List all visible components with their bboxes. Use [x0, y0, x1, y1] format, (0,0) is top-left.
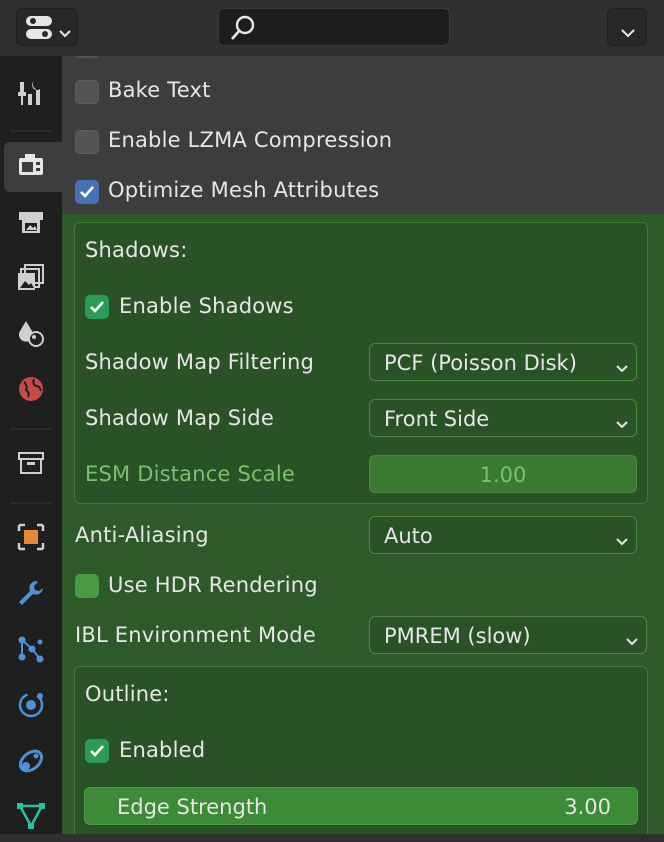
- particles-icon: [16, 634, 46, 668]
- tab-collection[interactable]: [4, 440, 58, 490]
- collection-icon: [16, 448, 46, 482]
- render-icon: [16, 150, 46, 184]
- shadow-map-filtering-dropdown[interactable]: PCF (Poisson Disk): [369, 343, 637, 381]
- bake-text-row[interactable]: Bake Text: [62, 68, 664, 114]
- chevron-down-icon: [616, 531, 628, 550]
- enable-shadows-checkbox[interactable]: [85, 295, 109, 319]
- lzma-label: Enable LZMA Compression: [108, 128, 393, 152]
- properties-tab-bar: [0, 56, 62, 834]
- tab-object[interactable]: [4, 514, 58, 564]
- esm-distance-scale-value: 1.00: [479, 463, 527, 487]
- search-field[interactable]: [218, 8, 450, 46]
- editor-type-button[interactable]: [16, 8, 78, 46]
- lzma-row[interactable]: Enable LZMA Compression: [62, 118, 664, 164]
- esm-distance-scale-field[interactable]: 1.00: [369, 455, 637, 493]
- optimize-mesh-label: Optimize Mesh Attributes: [108, 178, 380, 202]
- bake-text-checkbox[interactable]: [75, 80, 99, 104]
- tab-scene[interactable]: [4, 310, 58, 360]
- anti-aliasing-value: Auto: [384, 524, 433, 548]
- tab-output[interactable]: [4, 198, 58, 248]
- outline-panel: Outline: Enabled Edge Strength 3.00: [74, 666, 648, 834]
- tab-divider: [10, 130, 52, 132]
- checkmark-icon: [80, 186, 94, 198]
- physics-icon: [16, 690, 46, 724]
- edge-strength-value: 3.00: [564, 795, 611, 819]
- output-icon: [16, 206, 46, 240]
- properties-panel: Bake Text Enable LZMA Compression Optimi…: [62, 56, 664, 834]
- header-bar: [0, 0, 664, 56]
- shadow-map-side-value: Front Side: [384, 407, 490, 431]
- shadow-map-side-label: Shadow Map Side: [85, 406, 274, 430]
- edge-strength-label: Edge Strength: [117, 795, 268, 819]
- outline-title: Outline:: [85, 682, 170, 706]
- tab-world[interactable]: [4, 366, 58, 416]
- anti-aliasing-label: Anti-Aliasing: [75, 523, 209, 547]
- tab-tool[interactable]: [4, 70, 58, 120]
- options-button[interactable]: [607, 8, 647, 46]
- chevron-down-icon: [626, 631, 638, 650]
- chevron-down-icon: [59, 23, 71, 42]
- hdr-checkbox[interactable]: [75, 574, 99, 598]
- search-input[interactable]: [263, 13, 445, 43]
- shadow-map-filtering-label: Shadow Map Filtering: [85, 350, 315, 374]
- modifier-icon: [16, 578, 46, 612]
- tab-particles[interactable]: [4, 626, 58, 676]
- checkmark-icon: [90, 745, 104, 757]
- hdr-label: Use HDR Rendering: [108, 573, 318, 597]
- object-icon: [16, 522, 46, 556]
- editor-type-icon: [25, 15, 55, 45]
- scroll-clipped-item: [74, 56, 100, 58]
- tab-modifier[interactable]: [4, 570, 58, 620]
- tool-icon: [16, 78, 46, 112]
- data-icon: [16, 800, 46, 834]
- optimize-mesh-row[interactable]: Optimize Mesh Attributes: [62, 168, 664, 214]
- checkmark-icon: [90, 301, 104, 313]
- tab-physics[interactable]: [4, 682, 58, 732]
- shadow-map-side-dropdown[interactable]: Front Side: [369, 399, 637, 437]
- anti-aliasing-dropdown[interactable]: Auto: [369, 516, 637, 554]
- enable-shadows-label: Enable Shadows: [119, 294, 294, 318]
- ibl-mode-dropdown[interactable]: PMREM (slow): [369, 616, 647, 654]
- shadows-title: Shadows:: [85, 238, 188, 262]
- constraints-icon: [16, 746, 46, 780]
- esm-distance-scale-label: ESM Distance Scale: [85, 462, 295, 486]
- tab-render[interactable]: [4, 142, 62, 192]
- bake-text-label: Bake Text: [108, 78, 211, 102]
- tab-divider: [10, 428, 52, 430]
- lzma-checkbox[interactable]: [75, 130, 99, 154]
- outline-enabled-label: Enabled: [119, 738, 206, 762]
- tab-data[interactable]: [4, 792, 58, 842]
- optimize-mesh-checkbox[interactable]: [75, 180, 99, 204]
- outline-enabled-checkbox[interactable]: [85, 739, 109, 763]
- tab-divider: [10, 502, 52, 504]
- shadows-panel: Shadows: Enable Shadows Shadow Map Filte…: [74, 222, 648, 504]
- scene-icon: [16, 318, 46, 352]
- edge-strength-field[interactable]: Edge Strength 3.00: [84, 787, 638, 825]
- chevron-down-icon: [621, 23, 635, 42]
- shadow-map-filtering-value: PCF (Poisson Disk): [384, 351, 577, 375]
- search-icon: [229, 14, 257, 46]
- view-layer-icon: [16, 262, 46, 296]
- tab-view-layer[interactable]: [4, 254, 58, 304]
- tab-constraints[interactable]: [4, 738, 58, 788]
- green-settings-section: Shadows: Enable Shadows Shadow Map Filte…: [62, 214, 664, 834]
- ibl-mode-label: IBL Environment Mode: [75, 623, 316, 647]
- ibl-mode-value: PMREM (slow): [384, 624, 531, 648]
- world-icon: [16, 374, 46, 408]
- chevron-down-icon: [616, 414, 628, 433]
- chevron-down-icon: [616, 358, 628, 377]
